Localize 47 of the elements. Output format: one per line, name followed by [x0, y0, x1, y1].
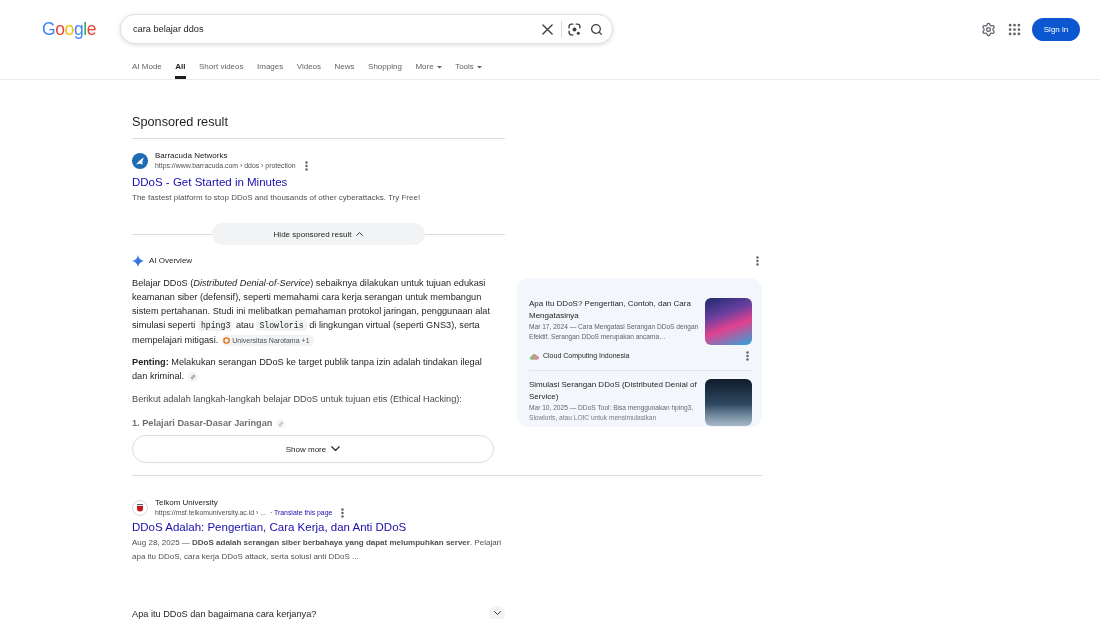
- site-name: Barracuda Networks: [155, 150, 229, 161]
- hide-sponsored-button[interactable]: Hide sponsored result: [212, 223, 425, 245]
- source-title-link[interactable]: Simulasi Serangan DDoS (Distributed Denial of Service): [529, 379, 699, 403]
- result-snippet: Aug 28, 2025 — DDoS adalah serangan siber berbahaya yang dapat melumpuhkan server. Pelajari apa itu DDoS, cara kerja DDoS attack, serta solusi anti DDoS ...: [132, 536, 503, 563]
- search-tab[interactable]: More: [415, 58, 442, 79]
- settings-icon[interactable]: [981, 21, 996, 37]
- google-logo[interactable]: Google: [42, 19, 120, 39]
- result-title-link[interactable]: DDoS Adalah: Pengertian, Cara Kerja, dan Anti DDoS: [132, 519, 505, 535]
- close-icon[interactable]: [542, 23, 553, 35]
- search-tab[interactable]: Images: [257, 58, 284, 79]
- cloud-icon: [529, 352, 539, 360]
- sparkle-icon: [132, 255, 144, 267]
- show-more-button[interactable]: Show more: [132, 435, 494, 463]
- ai-overview-title: AI Overview: [149, 256, 193, 266]
- search-icon[interactable]: [590, 22, 603, 36]
- result-description: The fastest platform to stop DDoS and thousands of other cyberattacks. Try Free!: [132, 192, 422, 204]
- overview-paragraph: Penting: Melakukan serangan DDoS ke target publik tanpa izin adalah tindakan ilegal dan kriminal.: [132, 356, 483, 383]
- site-favicon-icon: [132, 152, 148, 169]
- ring-icon: [223, 337, 231, 345]
- camera-icon[interactable]: [568, 22, 581, 36]
- search-tab[interactable]: Videos: [296, 58, 322, 79]
- caret-icon: [476, 66, 482, 69]
- overview-paragraph: Berikut adalah langkah-langkah belajar DDoS untuk tujuan etis (Ethical Hacking):: [132, 393, 463, 406]
- more-options-icon[interactable]: [304, 161, 308, 171]
- more-options-icon[interactable]: [756, 256, 759, 266]
- sign-in-button[interactable]: Sign in: [1032, 17, 1080, 41]
- search-tab[interactable]: All: [175, 58, 186, 79]
- more-options-icon[interactable]: [746, 351, 749, 361]
- section-heading: Sponsored result: [132, 114, 229, 131]
- chevron-down-icon[interactable]: [489, 605, 505, 619]
- source-title-link[interactable]: Apa Itu DDoS? Pengertian, Contoh, dan Cara Mengatasinya: [529, 298, 699, 322]
- photo-placeholder: [705, 379, 752, 426]
- search-tab[interactable]: Short videos: [199, 58, 244, 79]
- more-options-icon[interactable]: [341, 508, 345, 518]
- apps-grid-icon[interactable]: [1007, 21, 1022, 37]
- search-input[interactable]: cara belajar ddos: [133, 22, 542, 36]
- caret-icon: [436, 66, 442, 69]
- photo-placeholder: [705, 298, 752, 345]
- site-name: Telkom University: [155, 497, 219, 508]
- search-tab[interactable]: AI Mode: [132, 58, 162, 79]
- search-bar[interactable]: cara belajar ddos: [120, 14, 613, 44]
- site-favicon-icon: [132, 499, 148, 516]
- search-tab[interactable]: Shopping: [368, 58, 402, 79]
- search-tab[interactable]: Tools: [455, 58, 482, 79]
- search-tab[interactable]: News: [334, 58, 355, 79]
- question-text[interactable]: Apa itu DDoS dan bagaimana cara kerjanya?: [132, 607, 317, 619]
- result-title-link[interactable]: DDoS - Get Started in Minutes: [132, 174, 505, 190]
